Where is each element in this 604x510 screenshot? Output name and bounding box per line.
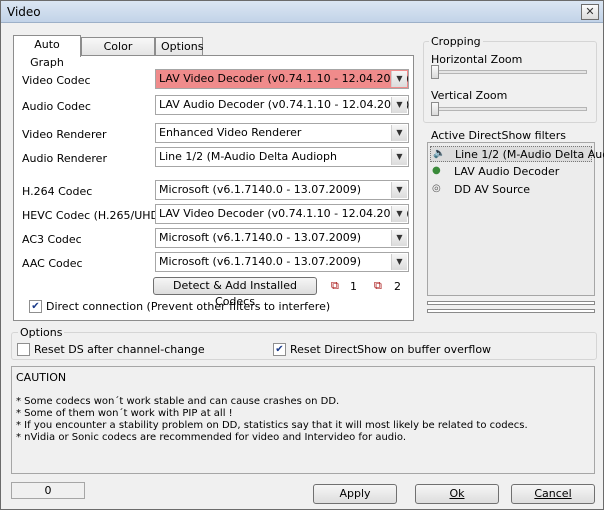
video-codec-label: Video Codec [22,74,91,87]
hevc-codec-label: HEVC Codec (H.265/UHD) [22,209,164,222]
progress-bar-2 [427,309,595,313]
audio-codec-select[interactable]: LAV Audio Decoder (v0.74.1.10 - 12.04.20… [155,95,409,115]
video-codec-select[interactable]: LAV Video Decoder (v0.74.1.10 - 12.04.20… [155,69,409,89]
h264-codec-select[interactable]: Microsoft (v6.1.7140.0 - 13.07.2009) ▼ [155,180,409,200]
filters-title: Active DirectShow filters [431,129,566,142]
tab-options[interactable]: Options [155,37,203,57]
filter-item-dd-source[interactable]: ◎ DD AV Source [430,182,592,198]
reset-ds-checkbox[interactable] [17,343,30,356]
caution-line: * Some codecs won´t work stable and can … [16,396,340,407]
source-icon: ◎ [432,183,441,194]
ok-label: Ok [449,487,465,500]
direct-connection-checkbox[interactable]: ✔ [29,300,42,313]
check-icon: ✔ [275,344,284,355]
auto-graph-panel: Video Codec LAV Video Decoder (v0.74.1.1… [13,55,414,321]
caution-line: * nVidia or Sonic codecs are recommended… [16,432,407,443]
filter-item-label: Line 1/2 (M-Audio Delta Aud [455,148,604,161]
check-icon: ✔ [31,301,40,312]
video-renderer-label: Video Renderer [22,128,107,141]
aac-codec-label: AAC Codec [22,257,83,270]
chevron-down-icon: ▼ [391,182,407,198]
caution-line: * Some of them won´t work with PIP at al… [16,408,233,419]
codec-export-icon[interactable]: ⧉ [374,279,382,293]
audio-codec-label: Audio Codec [22,100,91,113]
video-renderer-select[interactable]: Enhanced Video Renderer ▼ [155,123,409,143]
filter-item-audio-renderer[interactable]: 🔈 Line 1/2 (M-Audio Delta Aud [430,146,604,162]
filters-list[interactable]: 🔈 Line 1/2 (M-Audio Delta Aud ● LAV Audi… [427,142,604,296]
ac3-codec-value: Microsoft (v6.1.7140.0 - 13.07.2009) [159,231,362,244]
ac3-codec-select[interactable]: Microsoft (v6.1.7140.0 - 13.07.2009) ▼ [155,228,409,248]
tab-auto-graph[interactable]: Auto Graph [13,35,81,69]
cancel-button[interactable]: Cancel [511,484,595,504]
options-title: Options [18,326,65,339]
caution-line: * If you encounter a stability problem o… [16,420,528,431]
chevron-down-icon: ▼ [391,97,407,113]
caution-box: CAUTION * Some codecs won´t work stable … [11,366,595,474]
reset-overflow-label: Reset DirectShow on buffer overflow [290,343,492,356]
progress-bar-1 [427,301,595,305]
h264-codec-value: Microsoft (v6.1.7140.0 - 13.07.2009) [159,183,362,196]
cancel-label: Cancel [534,487,572,500]
title-bar: Video ✕ [1,1,603,23]
hevc-codec-select[interactable]: LAV Video Decoder (v0.74.1.10 - 12.04.20… [155,204,409,224]
speaker-icon: 🔈 [433,148,446,159]
vertical-zoom-thumb[interactable] [431,102,439,116]
hevc-codec-value: LAV Video Decoder (v0.74.1.10 - 12.04.20… [159,207,409,220]
audio-codec-value: LAV Audio Decoder (v0.74.1.10 - 12.04.20… [159,98,410,111]
horizontal-zoom-label: Horizontal Zoom [431,53,523,66]
icon-1-label: 1 [350,280,357,293]
aac-codec-select[interactable]: Microsoft (v6.1.7140.0 - 13.07.2009) ▼ [155,252,409,272]
chevron-down-icon: ▼ [391,71,407,87]
ac3-codec-label: AC3 Codec [22,233,82,246]
audio-renderer-select[interactable]: Line 1/2 (M-Audio Delta Audioph ▼ [155,147,409,167]
tab-color-controls[interactable]: Color Controls [81,37,155,71]
direct-connection-label: Direct connection (Prevent other filters… [46,300,331,313]
chevron-down-icon: ▼ [391,125,407,141]
filter-icon: ● [432,165,441,176]
caution-title: CAUTION [16,371,67,384]
video-dialog: Video ✕ Auto Graph Color Controls Option… [0,0,604,510]
filter-item-lav-audio[interactable]: ● LAV Audio Decoder [430,164,592,180]
vertical-zoom-label: Vertical Zoom [431,89,508,102]
close-button[interactable]: ✕ [581,4,599,20]
horizontal-zoom-thumb[interactable] [431,65,439,79]
chevron-down-icon: ▼ [391,254,407,270]
ok-button[interactable]: Ok [415,484,499,504]
reset-ds-label: Reset DS after channel-change [34,343,205,356]
icon-2-label: 2 [394,280,401,293]
detect-codecs-button[interactable]: Detect & Add Installed Codecs [153,277,317,308]
tab-label: Options [161,40,204,53]
chevron-down-icon: ▼ [391,149,407,165]
tab-label: Auto Graph [30,38,64,69]
aac-codec-value: Microsoft (v6.1.7140.0 - 13.07.2009) [159,255,362,268]
vertical-zoom-track[interactable] [431,107,587,111]
reset-overflow-checkbox[interactable]: ✔ [273,343,286,356]
h264-codec-label: H.264 Codec [22,185,93,198]
apply-button[interactable]: Apply [313,484,397,504]
chevron-down-icon: ▼ [391,206,407,222]
audio-renderer-label: Audio Renderer [22,152,107,165]
horizontal-zoom-track[interactable] [431,70,587,74]
chevron-down-icon: ▼ [391,230,407,246]
close-icon: ✕ [585,5,595,18]
cropping-title: Cropping [429,35,483,48]
codec-export-icon[interactable]: ⧉ [331,279,339,293]
video-renderer-value: Enhanced Video Renderer [159,126,302,139]
window-title: Video [7,5,41,19]
filter-item-label: DD AV Source [454,183,531,196]
video-codec-value: LAV Video Decoder (v0.74.1.10 - 12.04.20… [159,72,409,85]
status-counter: 0 [11,482,85,499]
apply-label: Apply [339,487,371,500]
filter-item-label: LAV Audio Decoder [454,165,560,178]
audio-renderer-value: Line 1/2 (M-Audio Delta Audioph [159,150,337,163]
